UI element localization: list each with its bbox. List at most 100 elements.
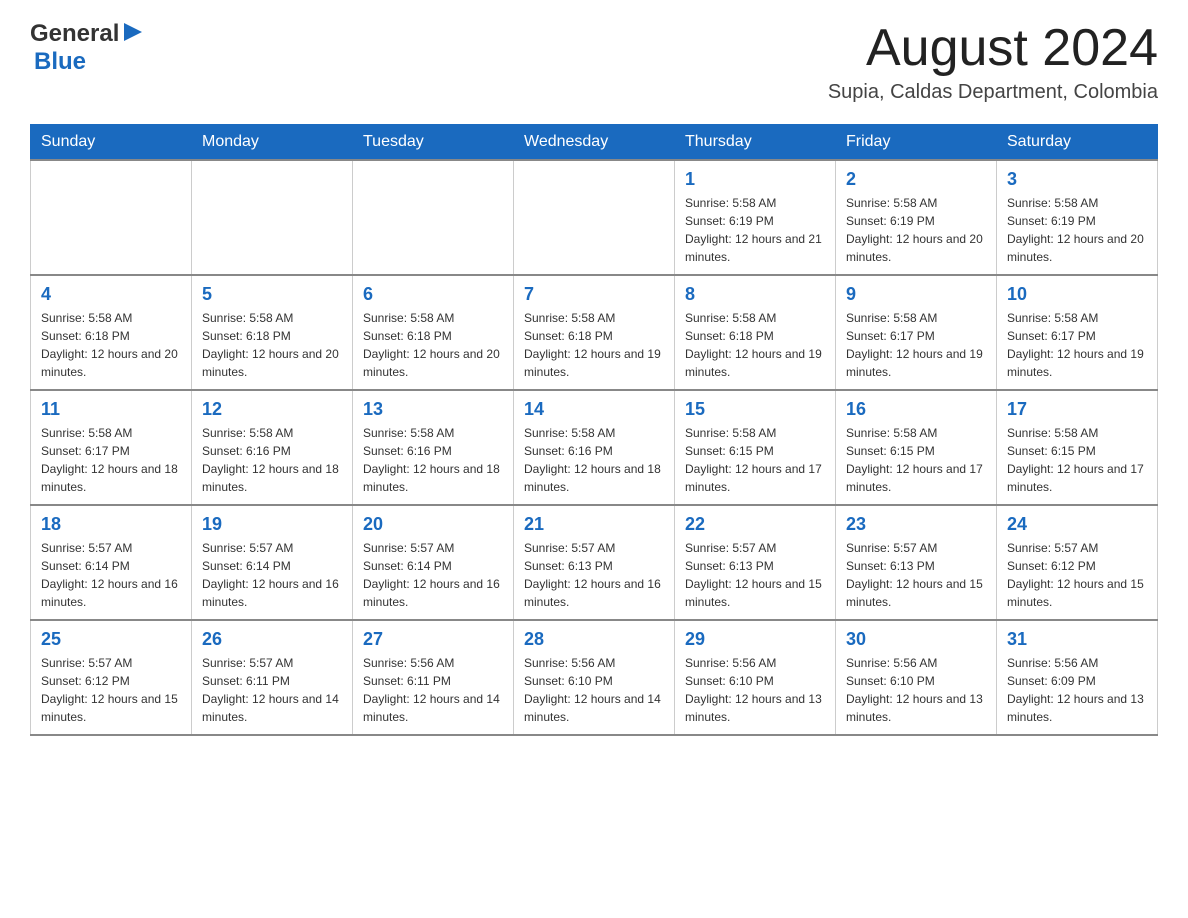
calendar-table: SundayMondayTuesdayWednesdayThursdayFrid… (30, 124, 1158, 736)
day-number: 3 (1007, 169, 1147, 190)
calendar-day-header: Tuesday (353, 125, 514, 161)
day-number: 24 (1007, 514, 1147, 535)
calendar-week-row: 18 Sunrise: 5:57 AM Sunset: 6:14 PM Dayli… (31, 505, 1158, 620)
day-number: 16 (846, 399, 986, 420)
day-info: Sunrise: 5:58 AM Sunset: 6:16 PM Dayligh… (524, 424, 664, 496)
day-info: Sunrise: 5:56 AM Sunset: 6:11 PM Dayligh… (363, 654, 503, 726)
calendar-cell: 26Sunrise: 5:57 AM Sunset: 6:11 PM Dayli… (192, 620, 353, 735)
calendar-cell: 14 Sunrise: 5:58 AM Sunset: 6:16 PM Dayli… (514, 390, 675, 505)
day-info: Sunrise: 5:58 AM Sunset: 6:15 PM Dayligh… (846, 424, 986, 496)
calendar-week-row: 11 Sunrise: 5:58 AM Sunset: 6:17 PM Dayli… (31, 390, 1158, 505)
month-title: August 2024 (828, 20, 1158, 77)
day-number: 10 (1007, 284, 1147, 305)
day-info: Sunrise: 5:58 AM Sunset: 6:19 PM Dayligh… (1007, 194, 1147, 266)
calendar-cell: 17Sunrise: 5:58 AM Sunset: 6:15 PM Dayli… (997, 390, 1158, 505)
day-number: 8 (685, 284, 825, 305)
day-number: 21 (524, 514, 664, 535)
day-info: Sunrise: 5:56 AM Sunset: 6:09 PM Dayligh… (1007, 654, 1147, 726)
day-info: Sunrise: 5:57 AM Sunset: 6:12 PM Dayligh… (1007, 539, 1147, 611)
calendar-cell: 5 Sunrise: 5:58 AM Sunset: 6:18 PM Daylig… (192, 275, 353, 390)
day-number: 9 (846, 284, 986, 305)
calendar-cell: 3 Sunrise: 5:58 AM Sunset: 6:19 PM Daylig… (997, 160, 1158, 275)
day-info: Sunrise: 5:58 AM Sunset: 6:16 PM Dayligh… (202, 424, 342, 496)
day-number: 2 (846, 169, 986, 190)
day-number: 18 (41, 514, 181, 535)
day-info: Sunrise: 5:58 AM Sunset: 6:19 PM Dayligh… (685, 194, 825, 266)
day-number: 15 (685, 399, 825, 420)
day-info: Sunrise: 5:57 AM Sunset: 6:14 PM Dayligh… (202, 539, 342, 611)
calendar-day-header: Sunday (31, 125, 192, 161)
calendar-week-row: 4 Sunrise: 5:58 AM Sunset: 6:18 PM Daylig… (31, 275, 1158, 390)
day-number: 11 (41, 399, 181, 420)
day-number: 1 (685, 169, 825, 190)
calendar-day-header: Friday (836, 125, 997, 161)
page-header: General Blue August 2024 Supia, Caldas D… (30, 20, 1158, 104)
day-info: Sunrise: 5:57 AM Sunset: 6:14 PM Dayligh… (41, 539, 181, 611)
day-number: 31 (1007, 629, 1147, 650)
calendar-cell: 25 Sunrise: 5:57 AM Sunset: 6:12 PM Dayli… (31, 620, 192, 735)
day-number: 5 (202, 284, 342, 305)
day-info: Sunrise: 5:58 AM Sunset: 6:16 PM Dayligh… (363, 424, 503, 496)
day-number: 7 (524, 284, 664, 305)
title-area: August 2024 Supia, Caldas Department, Co… (828, 20, 1158, 104)
calendar-cell: 2 Sunrise: 5:58 AM Sunset: 6:19 PM Daylig… (836, 160, 997, 275)
calendar-cell: 22 Sunrise: 5:57 AM Sunset: 6:13 PM Dayli… (675, 505, 836, 620)
calendar-cell: 24 Sunrise: 5:57 AM Sunset: 6:12 PM Dayli… (997, 505, 1158, 620)
calendar-cell: 13 Sunrise: 5:58 AM Sunset: 6:16 PM Dayli… (353, 390, 514, 505)
day-number: 6 (363, 284, 503, 305)
day-number: 14 (524, 399, 664, 420)
calendar-cell (353, 160, 514, 275)
day-info: Sunrise: 5:58 AM Sunset: 6:17 PM Dayligh… (846, 309, 986, 381)
calendar-cell: 19 Sunrise: 5:57 AM Sunset: 6:14 PM Dayli… (192, 505, 353, 620)
day-number: 4 (41, 284, 181, 305)
day-number: 13 (363, 399, 503, 420)
day-info: Sunrise: 5:57 AM Sunset: 6:11 PM Dayligh… (202, 654, 342, 726)
day-number: 12 (202, 399, 342, 420)
day-number: 27 (363, 629, 503, 650)
day-number: 19 (202, 514, 342, 535)
day-info: Sunrise: 5:56 AM Sunset: 6:10 PM Dayligh… (685, 654, 825, 726)
day-info: Sunrise: 5:58 AM Sunset: 6:18 PM Dayligh… (202, 309, 342, 381)
calendar-cell: 15 Sunrise: 5:58 AM Sunset: 6:15 PM Dayli… (675, 390, 836, 505)
calendar-cell (192, 160, 353, 275)
day-info: Sunrise: 5:58 AM Sunset: 6:15 PM Dayligh… (685, 424, 825, 496)
calendar-cell: 4 Sunrise: 5:58 AM Sunset: 6:18 PM Daylig… (31, 275, 192, 390)
calendar-cell: 9 Sunrise: 5:58 AM Sunset: 6:17 PM Daylig… (836, 275, 997, 390)
calendar-cell: 27 Sunrise: 5:56 AM Sunset: 6:11 PM Dayli… (353, 620, 514, 735)
calendar-cell: 28Sunrise: 5:56 AM Sunset: 6:10 PM Dayli… (514, 620, 675, 735)
calendar-cell: 8 Sunrise: 5:58 AM Sunset: 6:18 PM Daylig… (675, 275, 836, 390)
day-number: 23 (846, 514, 986, 535)
calendar-cell: 11 Sunrise: 5:58 AM Sunset: 6:17 PM Dayli… (31, 390, 192, 505)
calendar-day-header: Monday (192, 125, 353, 161)
logo-blue-text: Blue (34, 48, 86, 75)
calendar-cell: 16 Sunrise: 5:58 AM Sunset: 6:15 PM Dayli… (836, 390, 997, 505)
day-info: Sunrise: 5:57 AM Sunset: 6:12 PM Dayligh… (41, 654, 181, 726)
day-number: 28 (524, 629, 664, 650)
calendar-cell (514, 160, 675, 275)
day-info: Sunrise: 5:58 AM Sunset: 6:19 PM Dayligh… (846, 194, 986, 266)
day-info: Sunrise: 5:58 AM Sunset: 6:17 PM Dayligh… (41, 424, 181, 496)
day-info: Sunrise: 5:58 AM Sunset: 6:18 PM Dayligh… (41, 309, 181, 381)
day-info: Sunrise: 5:58 AM Sunset: 6:18 PM Dayligh… (524, 309, 664, 381)
calendar-header-row: SundayMondayTuesdayWednesdayThursdayFrid… (31, 125, 1158, 161)
day-info: Sunrise: 5:57 AM Sunset: 6:13 PM Dayligh… (846, 539, 986, 611)
day-info: Sunrise: 5:58 AM Sunset: 6:15 PM Dayligh… (1007, 424, 1147, 496)
day-number: 25 (41, 629, 181, 650)
calendar-cell: 1 Sunrise: 5:58 AM Sunset: 6:19 PM Daylig… (675, 160, 836, 275)
calendar-cell: 23 Sunrise: 5:57 AM Sunset: 6:13 PM Dayli… (836, 505, 997, 620)
calendar-cell: 12 Sunrise: 5:58 AM Sunset: 6:16 PM Dayli… (192, 390, 353, 505)
calendar-cell: 18 Sunrise: 5:57 AM Sunset: 6:14 PM Dayli… (31, 505, 192, 620)
logo-general-text: General (30, 20, 119, 48)
day-info: Sunrise: 5:58 AM Sunset: 6:18 PM Dayligh… (685, 309, 825, 381)
calendar-day-header: Wednesday (514, 125, 675, 161)
calendar-cell: 20Sunrise: 5:57 AM Sunset: 6:14 PM Dayli… (353, 505, 514, 620)
day-info: Sunrise: 5:58 AM Sunset: 6:17 PM Dayligh… (1007, 309, 1147, 381)
day-info: Sunrise: 5:57 AM Sunset: 6:13 PM Dayligh… (685, 539, 825, 611)
day-number: 22 (685, 514, 825, 535)
day-info: Sunrise: 5:57 AM Sunset: 6:14 PM Dayligh… (363, 539, 503, 611)
calendar-cell (31, 160, 192, 275)
day-number: 29 (685, 629, 825, 650)
calendar-cell: 21Sunrise: 5:57 AM Sunset: 6:13 PM Dayli… (514, 505, 675, 620)
calendar-week-row: 25 Sunrise: 5:57 AM Sunset: 6:12 PM Dayli… (31, 620, 1158, 735)
location-title: Supia, Caldas Department, Colombia (828, 81, 1158, 104)
